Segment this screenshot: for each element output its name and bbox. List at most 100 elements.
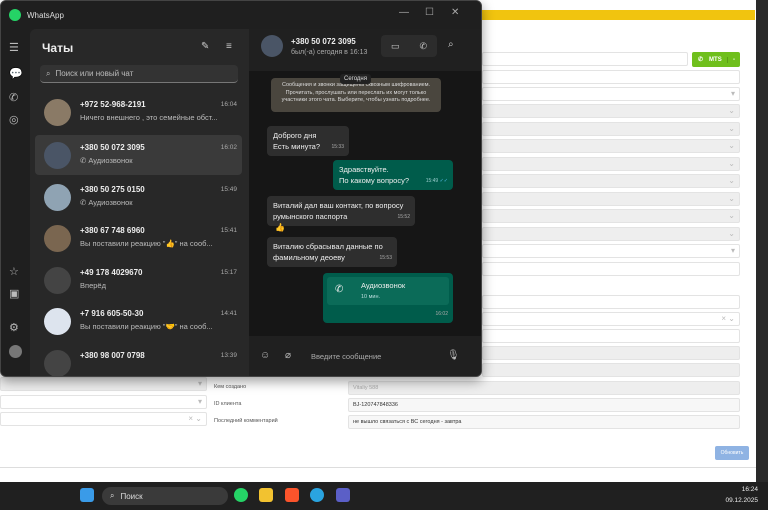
search-icon[interactable]: ⌕ — [448, 39, 454, 50]
select[interactable]: ⌄ — [482, 157, 740, 171]
select[interactable]: ▾ — [482, 244, 740, 258]
update-button[interactable]: Обновить — [715, 446, 749, 460]
avatar — [44, 225, 71, 252]
message-in[interactable]: Доброго дня Есть минута? 15:33 — [267, 126, 349, 156]
starred-icon[interactable]: ☆ — [9, 265, 19, 278]
start-icon[interactable] — [80, 488, 94, 502]
phone-field[interactable] — [482, 52, 688, 66]
search-input[interactable]: ⌕ Поиск или новый чат — [40, 65, 238, 83]
whatsapp-taskbar-icon[interactable] — [234, 488, 248, 502]
chat-item[interactable]: +380 67 748 6960 15:41 Вы поставили реакци… — [35, 218, 242, 258]
call-message[interactable]: ✆ Аудиозвонок 10 мин. 16:02 — [323, 273, 453, 323]
clock-date[interactable]: 09.12.2025 — [725, 497, 758, 504]
brave-icon[interactable] — [285, 488, 299, 502]
contact-name[interactable]: +380 50 072 3095 — [291, 37, 356, 46]
select[interactable]: ⌄ — [482, 174, 740, 188]
chat-item[interactable]: +380 50 275 0150 15:49 ✆ Аудиозвонок — [35, 177, 242, 217]
chat-item[interactable]: +7 916 605-50-30 14:41 Вы поставили реакци… — [35, 301, 242, 341]
contact-avatar[interactable] — [261, 35, 283, 57]
field[interactable] — [482, 70, 740, 84]
call-mts-button[interactable]: ✆ MTS - — [692, 52, 740, 67]
video-call-icon[interactable]: ▭ — [391, 41, 400, 52]
message-in[interactable]: Виталию сбрасывал данные по фамильному д… — [267, 237, 397, 267]
reaction-badge[interactable]: 👍 — [275, 223, 285, 232]
emoji-icon[interactable]: ☺ — [260, 350, 270, 361]
select[interactable]: ▾ — [0, 395, 207, 409]
field[interactable] — [482, 329, 740, 343]
date-chip: Сегодня — [340, 74, 371, 84]
microphone-icon[interactable]: 🎙 — [447, 350, 460, 361]
attach-icon[interactable]: ⌀ — [285, 350, 291, 361]
field[interactable] — [482, 346, 740, 360]
calls-icon[interactable]: ✆ — [9, 91, 18, 104]
chat-item[interactable]: +49 178 4029670 15:17 Вперёд — [35, 260, 242, 300]
status-icon[interactable]: ◎ — [9, 113, 19, 126]
message-in[interactable]: Виталий дал ваш контакт, по вопросу румы… — [267, 196, 415, 226]
compose-bar: ☺ ⌀ Введите сообщение 🎙 — [249, 336, 481, 376]
taskbar-search[interactable]: ⌕ Поиск — [102, 487, 228, 505]
chat-header[interactable]: +380 50 072 3095 был(-а) сегодня в 16:13… — [249, 29, 481, 71]
select[interactable]: ▾ — [482, 87, 740, 101]
select[interactable]: ⌄ — [482, 122, 740, 136]
settings-icon[interactable]: ⚙ — [9, 321, 19, 334]
message-input[interactable]: Введите сообщение — [311, 352, 381, 361]
close-button[interactable]: ✕ — [451, 7, 459, 18]
select[interactable]: ⌄ — [482, 192, 740, 206]
scrollbar[interactable] — [756, 0, 768, 482]
search-icon: ⌕ — [46, 68, 51, 78]
chat-item[interactable]: +380 98 007 0798 13:39 — [35, 343, 242, 376]
teams-icon[interactable] — [336, 488, 350, 502]
select[interactable]: ▾ — [0, 377, 207, 391]
select[interactable]: ⌄ — [482, 104, 740, 118]
profile-avatar[interactable] — [9, 345, 22, 358]
clock-time[interactable]: 16:24 — [742, 486, 758, 493]
avatar — [44, 350, 71, 376]
voice-call-icon[interactable]: ✆ — [419, 41, 427, 52]
select[interactable]: ⌄ — [482, 227, 740, 241]
archive-icon[interactable]: ▣ — [9, 287, 19, 300]
chats-heading: Чаты — [42, 41, 74, 55]
whatsapp-window: WhatsApp — ☐ ✕ ☰ 💬 ✆ ◎ ☆ ▣ ⚙ Чаты ✎ ≡ ⌕ П… — [0, 0, 482, 377]
time: 15:33 — [331, 144, 344, 150]
avatar — [44, 142, 71, 169]
field[interactable] — [482, 295, 740, 309]
select[interactable]: ⌄ — [482, 209, 740, 223]
name: +380 98 007 0798 — [80, 351, 145, 360]
telegram-icon[interactable] — [310, 488, 324, 502]
time: 16:02 — [435, 311, 448, 317]
chat-item[interactable]: +380 50 072 3095 16:02 ✆ Аудиозвонок — [35, 135, 242, 175]
menu-icon[interactable]: ☰ — [9, 41, 19, 54]
filter-icon[interactable]: ≡ — [226, 41, 232, 52]
read-ticks-icon: ✓✓ — [439, 178, 448, 184]
new-chat-icon[interactable]: ✎ — [201, 41, 209, 52]
call-icon: ✆ — [335, 284, 344, 295]
preview: Вы поставили реакцию "👍" на сооб... — [80, 239, 213, 248]
phone-icon: ✆ — [698, 57, 704, 63]
contact-status: был(-а) сегодня в 16:13 — [291, 49, 368, 56]
created-by-field[interactable]: Vitaliy 588 — [348, 381, 740, 395]
chat-item[interactable]: +972 52-968-2191 16:04 Ничего внешнего , э… — [35, 92, 242, 132]
date-field[interactable] — [482, 363, 740, 377]
preview: Аудиозвонок — [88, 156, 133, 165]
conversation-panel: +380 50 072 3095 был(-а) сегодня в 16:13… — [249, 29, 481, 376]
avatar — [44, 267, 71, 294]
last-comment-field[interactable]: не вышло связаться с ВС сегодня - завтра — [348, 415, 740, 429]
name: +380 50 275 0150 — [80, 185, 145, 194]
client-id-field[interactable]: BJ-120747848336 — [348, 398, 740, 412]
field[interactable] — [482, 262, 740, 276]
message-out[interactable]: Здравствуйте. По какому вопросу? 15:49 ✓✓ — [333, 160, 453, 190]
search: Поиск — [120, 491, 143, 501]
label-created-by: Кем создано — [214, 384, 247, 390]
mts-dropdown[interactable]: - — [727, 56, 735, 63]
file-explorer-icon[interactable] — [259, 488, 273, 502]
time: 15:52 — [397, 214, 410, 220]
title-bar: WhatsApp — ☐ ✕ — [1, 1, 481, 29]
avatar — [44, 184, 71, 211]
messages-area: Сообщения и звонки защищены сквозным шиф… — [249, 71, 481, 336]
minimize-button[interactable]: — — [399, 7, 409, 18]
select[interactable]: ⌄ — [482, 139, 740, 153]
maximize-button[interactable]: ☐ — [425, 7, 434, 18]
select[interactable]: × ⌄ — [482, 312, 740, 326]
chats-icon[interactable]: 💬 — [9, 67, 23, 80]
select[interactable]: × ⌄ — [0, 412, 207, 426]
